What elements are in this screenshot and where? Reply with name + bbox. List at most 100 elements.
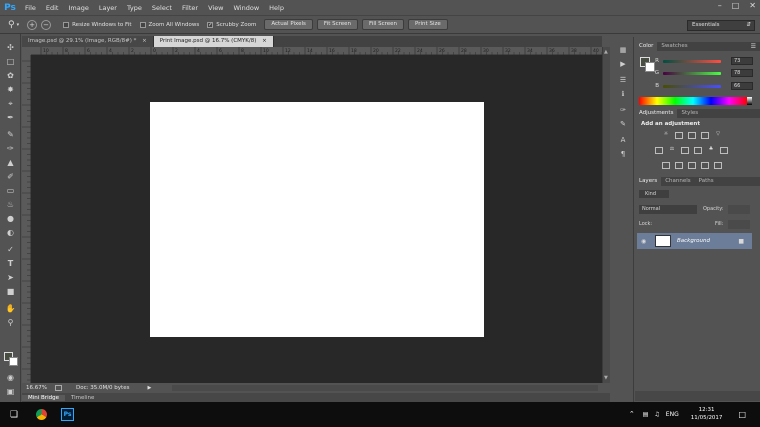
- exposure-icon[interactable]: [701, 132, 709, 139]
- tool-preset-dropdown-icon[interactable]: ▾: [17, 22, 20, 28]
- volume-icon[interactable]: ♫: [654, 411, 659, 418]
- menu-window[interactable]: Window: [229, 4, 265, 12]
- quick-select-tool-icon[interactable]: ✸: [5, 84, 16, 95]
- red-slider[interactable]: [663, 59, 721, 63]
- ruler-top[interactable]: 10 8 6 4 2 0 2 4 6 8 10 12 14 16 18 20 22 24 26 28 30 32 34 36 3…: [31, 47, 608, 55]
- history-icon[interactable]: ▦: [618, 45, 628, 55]
- brightness-contrast-icon[interactable]: ☼: [662, 132, 670, 139]
- paint-bucket-tool-icon[interactable]: ♨: [5, 199, 16, 210]
- zoom-all-windows-checkbox[interactable]: Zoom All Windows: [139, 21, 199, 28]
- eyedropper-tool-icon[interactable]: ✒: [5, 112, 16, 123]
- channel-mixer-icon[interactable]: ♣: [707, 147, 715, 154]
- black-white-icon[interactable]: [681, 147, 689, 154]
- export-icon[interactable]: [54, 385, 62, 391]
- menu-image[interactable]: Image: [63, 4, 93, 12]
- color-spectrum-grayscale[interactable]: [747, 97, 752, 105]
- workspace-select[interactable]: Essentials ⇵: [687, 20, 755, 31]
- posterize-icon[interactable]: [675, 162, 683, 169]
- path-selection-tool-icon[interactable]: ➤: [5, 272, 16, 283]
- menu-select[interactable]: Select: [147, 4, 177, 12]
- tab-image-psd[interactable]: Image.psd @ 29.1% (Image, RGB/8#) * ×: [22, 36, 154, 47]
- ruler-left[interactable]: [22, 55, 31, 383]
- red-slider-row[interactable]: R 73: [649, 57, 753, 65]
- clock[interactable]: 12:31 11/05/2017: [691, 406, 723, 422]
- history-brush-tool-icon[interactable]: ✐: [5, 171, 16, 182]
- type-tool-icon[interactable]: T: [5, 258, 16, 269]
- status-menu-icon[interactable]: ▶: [147, 385, 151, 391]
- scroll-down-arrow-icon[interactable]: ▼: [604, 375, 608, 381]
- green-slider-row[interactable]: G 78: [649, 69, 753, 77]
- invert-icon[interactable]: [662, 162, 670, 169]
- marquee-tool-icon[interactable]: □: [5, 56, 16, 67]
- menu-filter[interactable]: Filter: [177, 4, 203, 12]
- close-icon[interactable]: ×: [262, 38, 267, 44]
- background-color-swatch[interactable]: [9, 357, 18, 366]
- threshold-icon[interactable]: [688, 162, 696, 169]
- vertical-scrollbar[interactable]: ▲ ▼: [602, 47, 610, 383]
- properties-icon[interactable]: ☰: [618, 75, 628, 85]
- fit-screen-button[interactable]: Fit Screen: [316, 19, 359, 30]
- tab-color[interactable]: Color: [635, 42, 658, 51]
- blue-value[interactable]: 66: [731, 82, 753, 90]
- close-icon[interactable]: ×: [142, 38, 147, 44]
- paragraph-icon[interactable]: ¶: [618, 149, 628, 159]
- tab-layers[interactable]: Layers: [635, 177, 662, 186]
- chevron-up-icon[interactable]: ⌃: [629, 410, 635, 418]
- menu-layer[interactable]: Layer: [94, 4, 122, 12]
- clone-stamp-tool-icon[interactable]: ▲: [5, 157, 16, 168]
- green-value[interactable]: 78: [731, 69, 753, 77]
- minimize-button[interactable]: –: [718, 1, 722, 10]
- maximize-button[interactable]: □: [732, 1, 740, 10]
- tab-paths[interactable]: Paths: [695, 177, 718, 186]
- gradient-map-icon[interactable]: [701, 162, 709, 169]
- quick-mask-icon[interactable]: ◉: [5, 372, 16, 383]
- selective-color-icon[interactable]: [714, 162, 722, 169]
- scrubby-zoom-checkbox[interactable]: ✓ Scrubby Zoom: [207, 21, 256, 28]
- curves-icon[interactable]: [688, 132, 696, 139]
- scroll-up-arrow-icon[interactable]: ▲: [604, 49, 608, 55]
- color-balance-icon[interactable]: ⚖: [668, 147, 676, 154]
- color-lookup-icon[interactable]: [720, 147, 728, 154]
- print-size-button[interactable]: Print Size: [408, 19, 448, 30]
- menu-type[interactable]: Type: [122, 4, 147, 12]
- levels-icon[interactable]: [675, 132, 683, 139]
- photoshop-taskbar-icon[interactable]: Ps: [61, 408, 75, 421]
- info-icon[interactable]: ℹ: [618, 89, 628, 99]
- lasso-tool-icon[interactable]: ✿: [5, 70, 16, 81]
- dodge-tool-icon[interactable]: ◐: [5, 227, 16, 238]
- color-spectrum[interactable]: [639, 97, 747, 105]
- layer-name[interactable]: Background: [677, 238, 710, 244]
- healing-brush-tool-icon[interactable]: ✎: [5, 129, 16, 140]
- blue-slider[interactable]: [663, 84, 721, 88]
- tab-print-image-psd[interactable]: Print Image.psd @ 16.7% (CMYK/8) ×: [153, 36, 274, 47]
- actions-icon[interactable]: ▶: [618, 59, 628, 69]
- language-indicator[interactable]: ENG: [666, 411, 679, 418]
- eye-icon[interactable]: ◉: [641, 238, 646, 245]
- menu-help[interactable]: Help: [264, 4, 289, 12]
- green-slider[interactable]: [663, 71, 721, 75]
- hue-saturation-icon[interactable]: [655, 147, 663, 154]
- menu-view[interactable]: View: [203, 4, 228, 12]
- move-tool-icon[interactable]: ✣: [5, 42, 16, 53]
- chrome-icon[interactable]: [36, 409, 48, 420]
- brush-icon[interactable]: ✎: [618, 119, 628, 129]
- ruler-origin[interactable]: [22, 47, 31, 55]
- blur-tool-icon[interactable]: ●: [5, 213, 16, 224]
- zoom-in-icon[interactable]: +: [27, 19, 38, 30]
- actual-pixels-button[interactable]: Actual Pixels: [264, 19, 313, 30]
- vibrance-icon[interactable]: ▽: [714, 132, 722, 139]
- menu-file[interactable]: File: [20, 4, 41, 12]
- windows-start-icon[interactable]: ❏: [10, 410, 18, 420]
- tab-timeline[interactable]: Timeline: [65, 395, 100, 401]
- tab-swatches[interactable]: Swatches: [657, 42, 691, 51]
- rectangle-tool-icon[interactable]: ■: [5, 286, 16, 297]
- pen-tool-icon[interactable]: ✓: [5, 244, 16, 255]
- opacity-field[interactable]: [728, 205, 750, 214]
- photo-filter-icon[interactable]: [694, 147, 702, 154]
- fill-field[interactable]: [728, 220, 750, 229]
- tab-adjustments[interactable]: Adjustments: [635, 109, 678, 118]
- zoom-out-icon[interactable]: −: [41, 19, 52, 30]
- blend-mode-select[interactable]: Normal: [639, 205, 697, 214]
- brush-presets-icon[interactable]: ✑: [618, 105, 628, 115]
- layer-row-background[interactable]: ◉ Background ■: [637, 233, 752, 249]
